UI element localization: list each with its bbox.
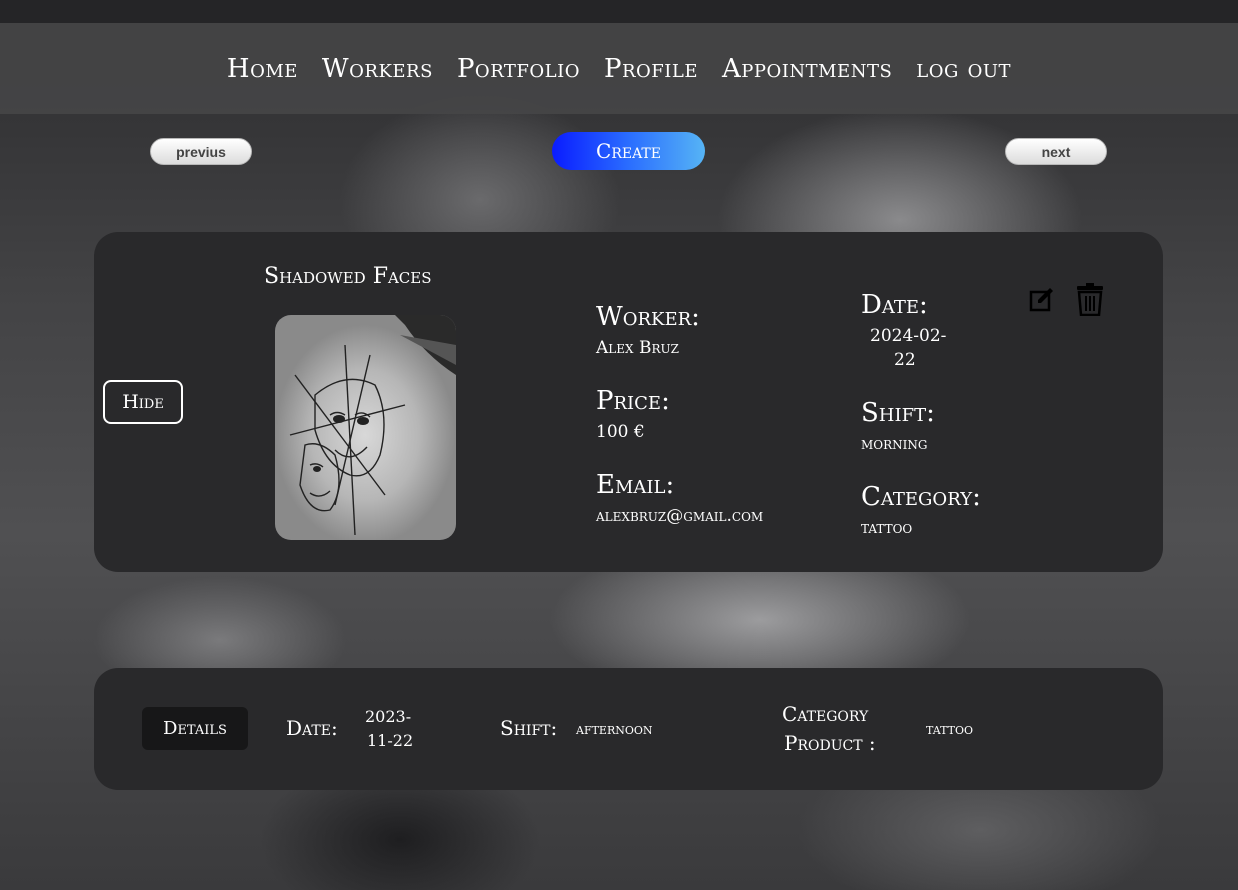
next-button[interactable]: next [1005, 138, 1107, 165]
appointment-card-collapsed: Details Date: 2023- 11-22 Shift: afterno… [94, 668, 1163, 790]
nav-appointments[interactable]: Appointments [722, 54, 892, 84]
date-value-line1: 2023- [365, 707, 412, 726]
category-value: tattoo [861, 518, 913, 538]
date-value-line2: 22 [894, 350, 916, 370]
email-value: alexbruz@gmail.com [596, 506, 764, 526]
hide-button[interactable]: Hide [103, 380, 183, 424]
create-button[interactable]: Create [552, 132, 705, 170]
nav-logout[interactable]: log out [916, 54, 1011, 84]
price-value: 100 € [596, 422, 645, 442]
date-value-line2: 11-22 [367, 731, 414, 750]
nav-workers[interactable]: Workers [322, 54, 433, 84]
previous-button[interactable]: previus [150, 138, 252, 165]
worker-label: Worker: [596, 302, 700, 332]
category-value: tattoo [926, 719, 973, 738]
category-label-line2: Product : [784, 731, 876, 755]
date-label: Date: [861, 290, 928, 320]
worker-value: Alex Bruz [596, 338, 679, 358]
shift-label: Shift: [861, 398, 935, 428]
appointment-card: Hide Shadowed Faces Worker: Alex Bruz Pr… [94, 232, 1163, 572]
tattoo-image [275, 315, 456, 540]
card-title: Shadowed Faces [264, 264, 432, 289]
details-button[interactable]: Details [142, 707, 248, 750]
edit-icon[interactable] [1028, 286, 1056, 318]
category-label-line1: Category [782, 702, 869, 726]
date-label: Date: [286, 716, 338, 740]
trash-icon[interactable] [1076, 282, 1104, 320]
nav-profile[interactable]: Profile [604, 54, 698, 84]
date-value-line1: 2024-02- [870, 326, 947, 346]
top-strip [0, 0, 1238, 23]
nav-home[interactable]: Home [227, 54, 298, 84]
price-label: Price: [596, 386, 670, 416]
main-navbar: Home Workers Portfolio Profile Appointme… [0, 23, 1238, 114]
shift-value: afternoon [576, 719, 653, 738]
category-label: Category: [861, 482, 981, 512]
email-label: Email: [596, 470, 675, 500]
shift-value: morning [861, 434, 928, 454]
nav-portfolio[interactable]: Portfolio [457, 54, 580, 84]
shift-label: Shift: [500, 716, 558, 740]
